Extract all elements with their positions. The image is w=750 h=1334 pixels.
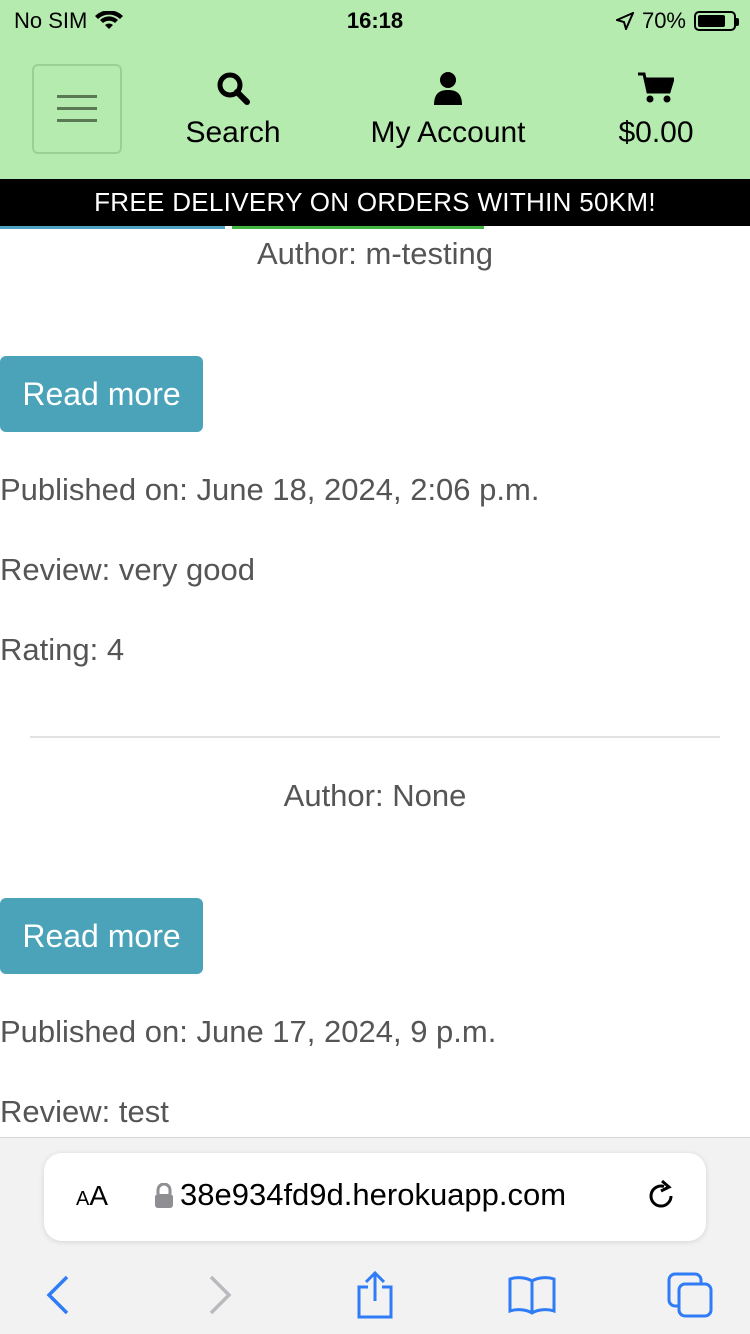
review-text: Review: very good [0, 552, 256, 587]
review-divider [30, 736, 720, 738]
site-header: Search My Account $0.00 [0, 40, 750, 179]
nav-cart[interactable]: $0.00 [606, 68, 706, 150]
share-button[interactable] [345, 1265, 405, 1325]
bookmarks-icon [508, 1276, 556, 1315]
delivery-banner: FREE DELIVERY ON ORDERS WITHIN 50KM! [0, 179, 750, 226]
back-icon [46, 1275, 69, 1315]
status-right: 70% [615, 8, 739, 34]
menu-toggle-button[interactable] [32, 64, 122, 154]
review-published-date: Published on: June 18, 2024, 2:06 p.m. [0, 472, 540, 507]
browser-toolbar: AA 38e934fd9d.herokuapp.com [0, 1137, 750, 1334]
hamburger-icon [57, 95, 97, 122]
reload-icon[interactable] [644, 1179, 678, 1213]
battery-level [698, 15, 725, 27]
forward-button[interactable] [190, 1265, 250, 1325]
search-icon [217, 72, 250, 105]
cart-total: $0.00 [618, 116, 694, 149]
review-author: Author: None [283, 778, 467, 813]
back-button[interactable] [28, 1265, 88, 1325]
scrolled-element-edge [0, 226, 225, 229]
url-text: 38e934fd9d.herokuapp.com [180, 1177, 567, 1212]
review-text: Review: test [0, 1094, 169, 1129]
nav-search-label: Search [185, 116, 281, 149]
nav-account-label: My Account [370, 116, 526, 149]
address-bar[interactable]: AA 38e934fd9d.herokuapp.com [44, 1153, 706, 1241]
scrolled-element-edge [232, 226, 484, 229]
bookmarks-button[interactable] [502, 1265, 562, 1325]
forward-icon [209, 1275, 232, 1315]
read-more-button[interactable]: Read more [0, 898, 203, 974]
review-author: Author: m-testing [256, 236, 494, 271]
share-icon [357, 1271, 393, 1319]
nav-search[interactable]: Search [178, 68, 288, 150]
nav-my-account[interactable]: My Account [356, 68, 540, 150]
aa-large: A [89, 1180, 109, 1211]
review-published-date: Published on: June 17, 2024, 9 p.m. [0, 1014, 497, 1049]
aa-small: A [76, 1188, 90, 1210]
battery-percent: 70% [641, 8, 686, 33]
tabs-icon [667, 1272, 713, 1318]
user-icon [434, 72, 462, 105]
status-bar: No SIM 16:18 70% [0, 0, 750, 40]
lock-icon [155, 1183, 173, 1208]
read-more-button[interactable]: Read more [0, 356, 203, 432]
battery-icon [694, 11, 739, 31]
page-settings-button[interactable]: AA [76, 1180, 108, 1212]
review-rating: Rating: 4 [0, 632, 125, 667]
location-icon [615, 12, 634, 30]
cart-icon [638, 72, 674, 103]
tabs-button[interactable] [660, 1265, 720, 1325]
